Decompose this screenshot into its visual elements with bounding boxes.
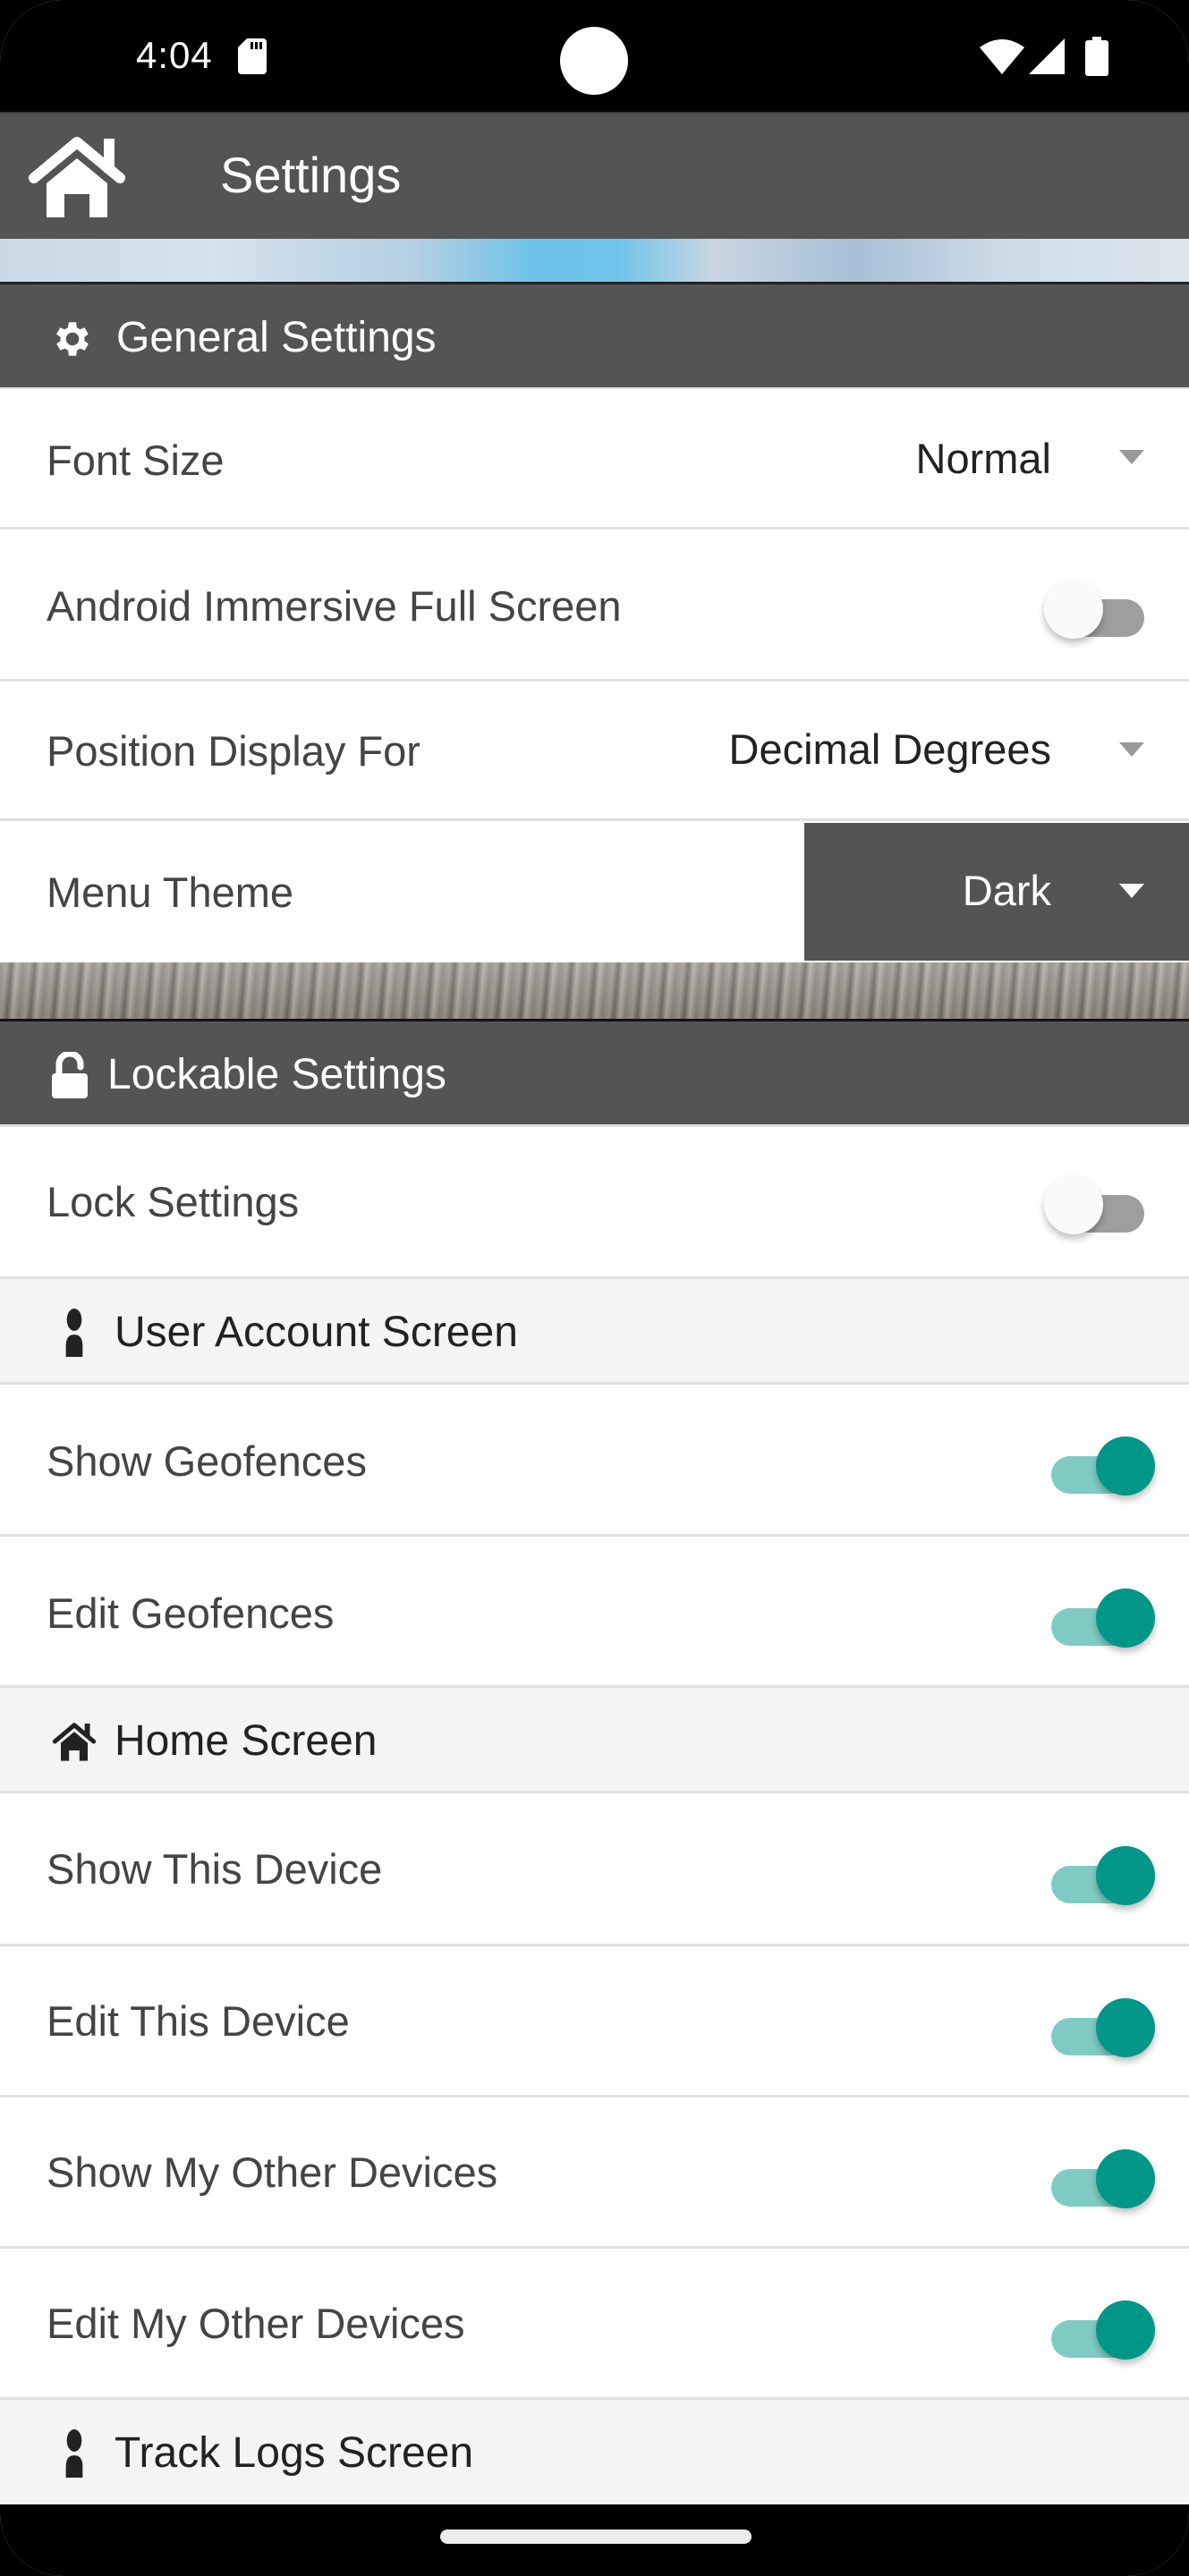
lockable-settings-title: Lockable Settings	[107, 1051, 446, 1098]
list-item: Show My Other Devices	[0, 2097, 1189, 2249]
user-account-subheader: User Account Screen	[0, 1279, 1189, 1385]
list-item: Edit Geofences	[0, 1537, 1189, 1688]
navigation-bar	[0, 2504, 1189, 2576]
position-format-label: Position Display Format	[47, 727, 420, 775]
list-item: Edit This Device	[0, 1946, 1189, 2097]
show-geofences-label: Show Geofences	[47, 1437, 367, 1485]
toggle-thumb	[1096, 1846, 1155, 1905]
show-this-device-toggle[interactable]	[1051, 1846, 1155, 1919]
toggle-thumb	[1044, 1175, 1103, 1234]
toggle-thumb	[1096, 1589, 1155, 1648]
toggle-thumb	[1096, 2301, 1155, 2360]
home-screen-subheader: Home Screen	[0, 1688, 1189, 1793]
menu-theme-select[interactable]: Dark	[804, 823, 1189, 961]
user-icon	[65, 2429, 83, 2478]
toggle-thumb	[1096, 2149, 1155, 2208]
home-icon	[52, 1723, 97, 1761]
menu-theme-row: Menu Theme Dark	[0, 821, 1189, 962]
battery-icon	[1085, 37, 1108, 76]
home-screen-title: Home Screen	[115, 1717, 378, 1765]
show-geofences-toggle[interactable]	[1051, 1436, 1155, 1510]
edit-other-devices-toggle[interactable]	[1051, 2301, 1155, 2374]
lock-settings-label: Lock Settings	[47, 1178, 300, 1225]
immersive-row: Android Immersive Full Screen	[0, 530, 1189, 682]
ground-banner-image	[0, 962, 1189, 1021]
position-format-row: Position Display Format Decimal Degrees	[0, 682, 1189, 821]
app-header: Settings	[0, 112, 1189, 239]
immersive-label: Android Immersive Full Screen	[47, 582, 622, 630]
home-indicator[interactable]	[440, 2529, 752, 2544]
chevron-down-icon	[1119, 742, 1144, 757]
status-bar: 4:04	[0, 0, 1189, 112]
edit-geofences-toggle[interactable]	[1051, 1589, 1155, 1662]
home-icon[interactable]	[27, 133, 136, 223]
show-other-devices-label: Show My Other Devices	[47, 2148, 498, 2196]
user-icon	[65, 1309, 83, 1357]
edit-geofences-label: Edit Geofences	[47, 1589, 335, 1637]
gear-icon	[56, 322, 89, 356]
immersive-toggle[interactable]	[1044, 580, 1150, 653]
unlock-icon	[52, 1052, 88, 1098]
sky-banner-image	[0, 239, 1189, 284]
show-other-devices-toggle[interactable]	[1051, 2149, 1155, 2223]
signal-icon	[1029, 38, 1065, 74]
position-format-value: Decimal Degrees	[728, 725, 1051, 773]
toggle-thumb	[1096, 1998, 1155, 2057]
chevron-down-icon	[1119, 884, 1144, 898]
general-settings-header: General Settings	[0, 284, 1189, 390]
list-item: Show This Device	[0, 1794, 1189, 1946]
lockable-settings-header: Lockable Settings	[0, 1021, 1189, 1127]
font-size-label: Font Size	[47, 436, 225, 484]
toggle-thumb	[1096, 1436, 1155, 1496]
track-logs-subheader: Track Logs Screen	[0, 2400, 1189, 2505]
list-item: Show Geofences	[0, 1385, 1189, 1537]
lock-settings-row: Lock Settings	[0, 1127, 1189, 1279]
track-logs-title: Track Logs Screen	[115, 2429, 474, 2477]
settings-screen: 4:04 Settings General Settings Font Size…	[0, 0, 1189, 2576]
position-format-select[interactable]: Decimal Degrees	[420, 682, 1189, 818]
toggle-thumb	[1044, 580, 1103, 639]
menu-theme-label: Menu Theme	[47, 869, 294, 916]
wifi-icon	[980, 39, 1024, 74]
user-account-title: User Account Screen	[115, 1309, 518, 1356]
edit-other-devices-label: Edit My Other Devices	[47, 2300, 465, 2347]
status-time: 4:04	[136, 34, 213, 76]
menu-theme-value: Dark	[962, 867, 1051, 914]
font-size-select[interactable]: Normal	[805, 389, 1189, 527]
chevron-down-icon	[1119, 450, 1144, 464]
lock-settings-toggle[interactable]	[1044, 1175, 1150, 1249]
show-this-device-label: Show This Device	[47, 1845, 383, 1893]
edit-this-device-label: Edit This Device	[47, 1997, 350, 2045]
sd-card-icon	[238, 38, 267, 74]
page-title: Settings	[220, 147, 402, 203]
general-settings-title: General Settings	[116, 314, 437, 361]
font-size-row: Font Size Normal	[0, 389, 1189, 530]
list-item: Edit My Other Devices	[0, 2249, 1189, 2400]
camera-cutout	[560, 27, 628, 95]
font-size-value: Normal	[915, 435, 1051, 482]
edit-this-device-toggle[interactable]	[1051, 1998, 1155, 2072]
